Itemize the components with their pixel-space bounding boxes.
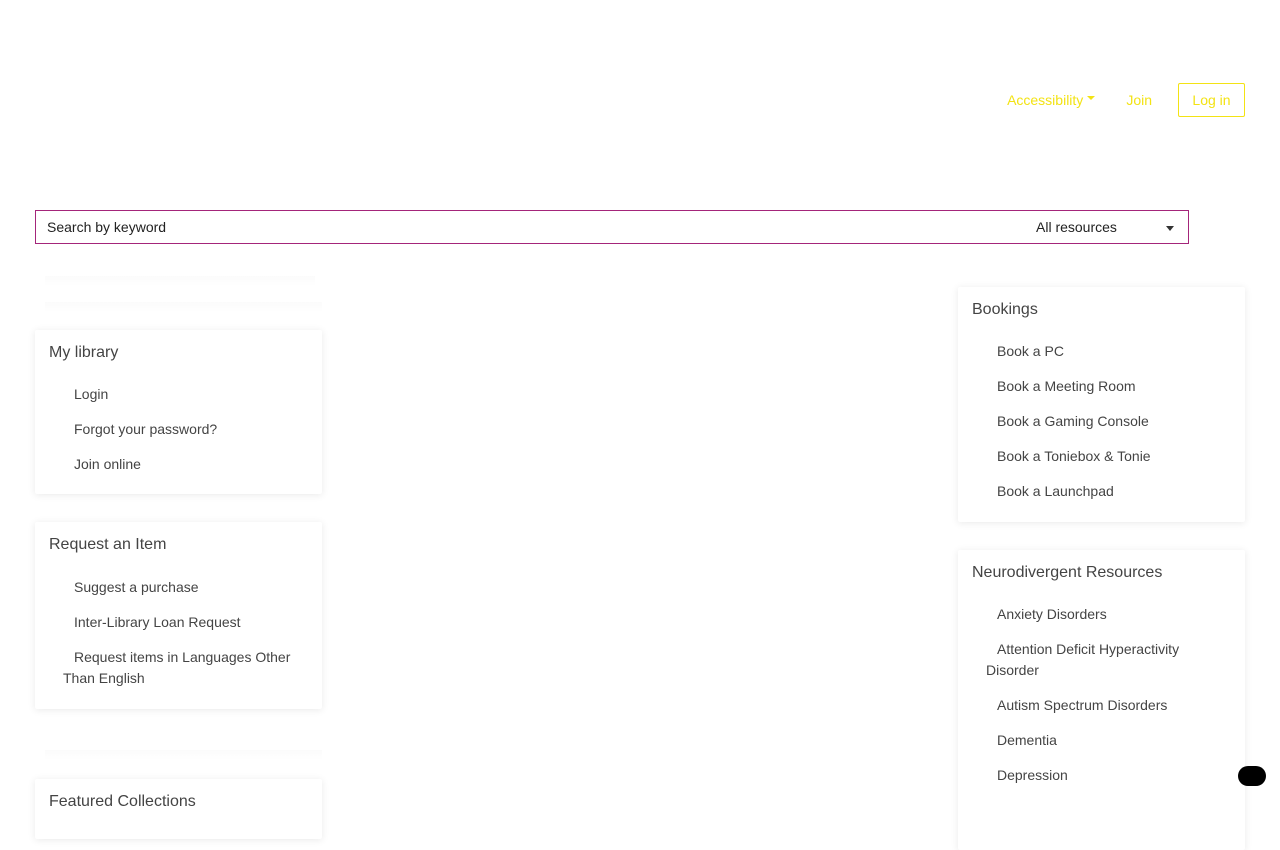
list-item-book-meeting-room[interactable]: Book a Meeting Room bbox=[958, 376, 1245, 397]
my-library-list: Login Forgot your password? Join online bbox=[35, 384, 322, 475]
list-item-forgot-password[interactable]: Forgot your password? bbox=[35, 419, 322, 440]
card-title: My library bbox=[49, 344, 119, 361]
join-link[interactable]: Join bbox=[1126, 92, 1152, 108]
accessibility-menu[interactable]: Accessibility bbox=[1007, 92, 1096, 108]
list-item-login[interactable]: Login bbox=[35, 384, 322, 405]
caret-down-icon bbox=[1087, 96, 1096, 100]
neurodivergent-resources-card: Neurodivergent Resources Anxiety Disorde… bbox=[958, 550, 1245, 850]
list-item-request-languages[interactable]: Request items in Languages Other Than En… bbox=[35, 647, 322, 689]
card-title: Neurodivergent Resources bbox=[972, 564, 1163, 581]
bookings-card: Bookings Book a PC Book a Meeting Room B… bbox=[958, 287, 1245, 522]
list-item-autism[interactable]: Autism Spectrum Disorders bbox=[958, 695, 1245, 716]
search-scope-value: All resources bbox=[1036, 219, 1117, 235]
neurodivergent-list: Anxiety Disorders Attention Deficit Hype… bbox=[958, 604, 1245, 786]
my-library-card: My library Login Forgot your password? J… bbox=[35, 330, 322, 494]
list-item-book-gaming-console[interactable]: Book a Gaming Console bbox=[958, 411, 1245, 432]
list-item-book-pc[interactable]: Book a PC bbox=[958, 341, 1245, 362]
caret-down-icon bbox=[1166, 225, 1174, 231]
bookings-list: Book a PC Book a Meeting Room Book a Gam… bbox=[958, 341, 1245, 502]
divider bbox=[45, 276, 315, 286]
accessibility-label: Accessibility bbox=[1007, 92, 1084, 108]
search-input[interactable] bbox=[36, 211, 1036, 243]
list-item-anxiety[interactable]: Anxiety Disorders bbox=[958, 604, 1245, 625]
list-item-depression[interactable]: Depression bbox=[958, 765, 1245, 786]
list-item-ill-request[interactable]: Inter-Library Loan Request bbox=[35, 612, 322, 633]
search-bar: All resources bbox=[35, 210, 1189, 244]
list-item-join-online[interactable]: Join online bbox=[35, 454, 322, 475]
featured-collections-card: Featured Collections bbox=[35, 779, 322, 839]
divider bbox=[45, 302, 322, 312]
card-title: Request an Item bbox=[49, 536, 167, 553]
list-item-book-launchpad[interactable]: Book a Launchpad bbox=[958, 481, 1245, 502]
top-navigation: Accessibility Join Log in bbox=[1007, 83, 1245, 117]
card-title: Bookings bbox=[972, 301, 1038, 318]
list-item-adhd[interactable]: Attention Deficit Hyperactivity Disorder bbox=[958, 639, 1245, 681]
request-item-list: Suggest a purchase Inter-Library Loan Re… bbox=[35, 577, 322, 689]
card-title: Featured Collections bbox=[49, 793, 196, 810]
login-button[interactable]: Log in bbox=[1178, 83, 1245, 117]
list-item-suggest-purchase[interactable]: Suggest a purchase bbox=[35, 577, 322, 598]
search-scope-select[interactable]: All resources bbox=[1036, 211, 1188, 243]
request-item-card: Request an Item Suggest a purchase Inter… bbox=[35, 522, 322, 709]
chat-bubble-icon[interactable] bbox=[1238, 766, 1266, 786]
divider bbox=[45, 750, 322, 760]
list-item-book-toniebox[interactable]: Book a Toniebox & Tonie bbox=[958, 446, 1245, 467]
list-item-dementia[interactable]: Dementia bbox=[958, 730, 1245, 751]
